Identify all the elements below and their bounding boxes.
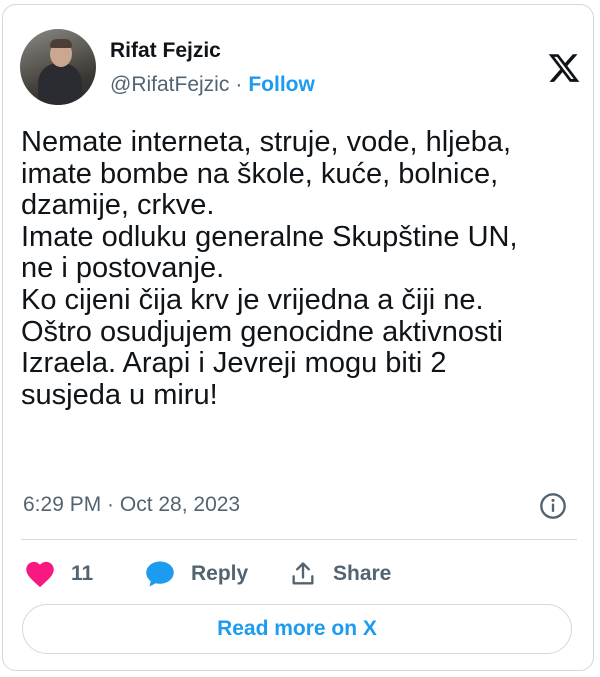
reply-button[interactable]: Reply [145, 558, 248, 590]
like-button[interactable]: 11 [25, 558, 93, 590]
share-arrow-icon [292, 562, 314, 585]
divider [21, 539, 577, 540]
speech-bubble-icon [146, 561, 174, 587]
heart-icon [26, 561, 54, 588]
x-logo-icon[interactable] [546, 51, 582, 85]
tweet-timestamp[interactable]: 6:29 PM · Oct 28, 2023 [23, 493, 240, 517]
tweet-text: Nemate interneta, struje, vode, hljeba, … [21, 126, 518, 411]
avatar[interactable] [20, 29, 96, 105]
author-handle-row: @RifatFejzic · Follow [110, 73, 315, 97]
tweet-header: Rifat Fejzic @RifatFejzic · Follow [20, 25, 580, 105]
follow-button[interactable]: Follow [248, 73, 315, 96]
tweet-actions: 11 Reply Share [25, 558, 581, 590]
info-icon[interactable] [539, 492, 567, 520]
reply-label: Reply [191, 562, 249, 585]
author-handle[interactable]: @RifatFejzic [110, 73, 229, 96]
read-more-button[interactable]: Read more on X [22, 604, 572, 654]
share-label: Share [333, 562, 392, 585]
share-button[interactable]: Share [289, 558, 391, 590]
author-name[interactable]: Rifat Fejzic [110, 39, 221, 63]
like-count: 11 [71, 562, 94, 585]
separator-dot: · [235, 73, 243, 96]
tweet-card: Rifat Fejzic @RifatFejzic · Follow Nemate … [2, 4, 594, 671]
